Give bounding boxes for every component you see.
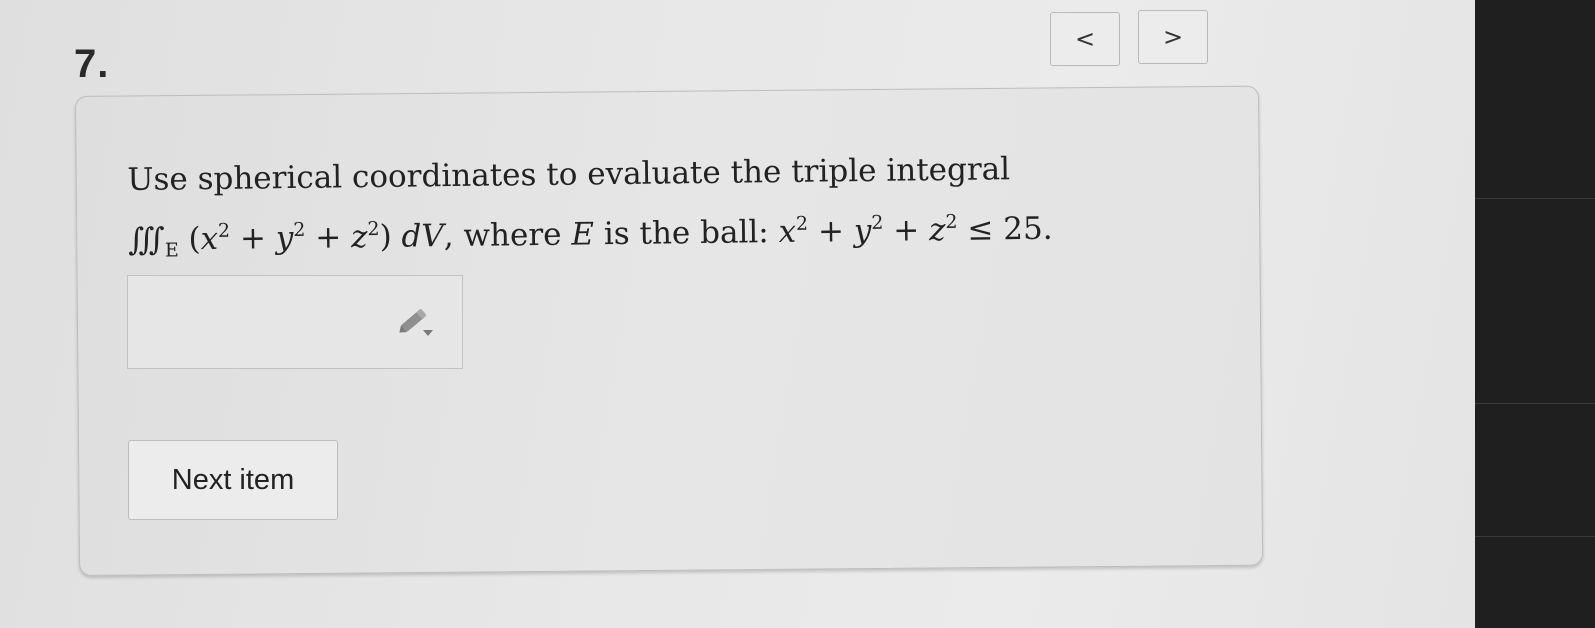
question-text: Use spherical coordinates to evaluate th… bbox=[127, 139, 1053, 270]
bezel-line bbox=[1475, 403, 1595, 404]
question-number: 7. bbox=[74, 42, 110, 86]
region-name: E bbox=[571, 216, 595, 253]
next-item-button[interactable]: Next item bbox=[128, 440, 338, 520]
screen-bezel bbox=[1475, 0, 1595, 628]
page: 7. < > Use spherical coordinates to eval… bbox=[0, 0, 1475, 628]
differential: dV bbox=[401, 218, 444, 255]
integral-region-subscript: E bbox=[164, 239, 179, 262]
previous-question-button[interactable]: < bbox=[1050, 12, 1120, 66]
chevron-right-icon: > bbox=[1162, 23, 1184, 51]
question-line-1: Use spherical coordinates to evaluate th… bbox=[127, 151, 1011, 198]
question-line-2: ∭E (x2 + y2 + z2) dV, where E is the bal… bbox=[127, 210, 1053, 262]
pencil-edit-icon[interactable] bbox=[395, 302, 435, 338]
bezel-line bbox=[1475, 198, 1595, 199]
chevron-left-icon: < bbox=[1074, 25, 1096, 53]
triple-integral-symbol: ∭ bbox=[127, 221, 165, 258]
next-question-button[interactable]: > bbox=[1138, 10, 1208, 64]
bezel-line bbox=[1475, 536, 1595, 537]
